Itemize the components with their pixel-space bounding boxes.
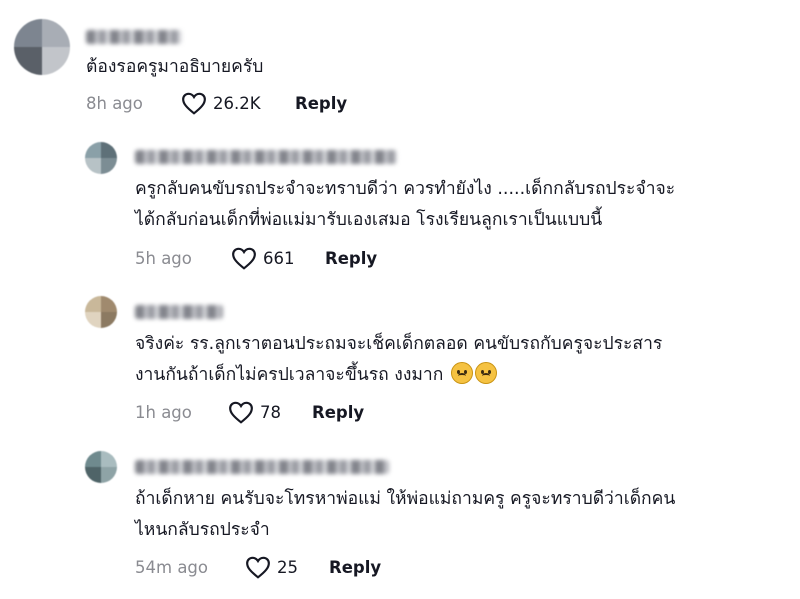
- heart-icon: [232, 247, 256, 270]
- like-count: 26.2K: [213, 93, 261, 113]
- like-count: 78: [260, 402, 281, 422]
- comment-text-line: ได้กลับก่อนเด็กที่พ่อแม่มารับเองเสมอ โรง…: [135, 210, 603, 230]
- timestamp: 54m ago: [135, 557, 208, 577]
- like-button[interactable]: 661: [231, 246, 325, 270]
- comment-text-line: ไหนกลับรถประจำ: [135, 520, 270, 540]
- like-count: 661: [263, 248, 295, 268]
- avatar-pixel: [85, 467, 101, 483]
- username-blurred[interactable]: [86, 30, 182, 44]
- comment-text-line: ถ้าเด็กหาย คนรับจะโทรหาพ่อแม่ ให้พ่อแม่ถ…: [135, 489, 676, 509]
- avatar-pixel: [85, 158, 101, 174]
- comment-text-line-2: งานกันถ้าเด็กไม่ครปเวลาจะขึ้นรถ งงมาก: [135, 360, 662, 391]
- like-count: 25: [277, 557, 298, 577]
- reply-button[interactable]: Reply: [325, 249, 377, 268]
- avatar-pixel: [85, 451, 101, 467]
- avatar-pixel: [101, 158, 117, 174]
- heart-icon: [182, 92, 206, 115]
- avatar-pixel: [85, 312, 101, 328]
- like-button[interactable]: 25: [245, 555, 329, 579]
- comment-text-line: จริงค่ะ รร.ลูกเราตอนประถมจะเช็คเด็กตลอด …: [135, 334, 663, 354]
- heart-icon: [246, 556, 270, 579]
- comment-text: ถ้าเด็กหาย คนรับจะโทรหาพ่อแม่ ให้พ่อแม่ถ…: [135, 484, 675, 546]
- comment-text: ครูกลับคนขับรถประจำจะทราบดีว่า ควรทำยังไ…: [135, 174, 675, 236]
- comment-text-line: งานกันถ้าเด็กไม่ครปเวลาจะขึ้นรถ งงมาก: [135, 365, 444, 385]
- avatar-pixel: [42, 19, 70, 47]
- avatar-pixel: [101, 296, 117, 312]
- comment-meta: 54m ago 25 Reply: [135, 555, 381, 579]
- timestamp: 1h ago: [135, 402, 192, 422]
- username-blurred[interactable]: [135, 150, 397, 164]
- avatar-pixel: [14, 47, 42, 75]
- comment-text: ต้องรอครูมาอธิบายครับ: [86, 52, 263, 83]
- avatar-pixel: [85, 296, 101, 312]
- avatar-pixel: [101, 451, 117, 467]
- comment-meta: 8h ago 26.2K Reply: [86, 91, 347, 115]
- comment-meta: 1h ago 78 Reply: [135, 400, 364, 424]
- avatar[interactable]: [14, 19, 70, 75]
- reply-button[interactable]: Reply: [329, 558, 381, 577]
- avatar[interactable]: [85, 142, 117, 174]
- reply-button[interactable]: Reply: [312, 403, 364, 422]
- like-button[interactable]: 26.2K: [181, 91, 295, 115]
- avatar-pixel: [42, 47, 70, 75]
- timestamp: 8h ago: [86, 93, 143, 113]
- avatar[interactable]: [85, 451, 117, 483]
- comment-text-line: ต้องรอครูมาอธิบายครับ: [86, 57, 264, 77]
- sad-face-emoji: [474, 362, 497, 384]
- heart-icon: [229, 401, 253, 424]
- avatar-pixel: [101, 312, 117, 328]
- comment-text-line: ครูกลับคนขับรถประจำจะทราบดีว่า ควรทำยังไ…: [135, 179, 676, 199]
- username-blurred[interactable]: [135, 460, 389, 474]
- avatar-pixel: [101, 142, 117, 158]
- avatar-pixel: [101, 467, 117, 483]
- reply-button[interactable]: Reply: [295, 94, 347, 113]
- comment-text: จริงค่ะ รร.ลูกเราตอนประถมจะเช็คเด็กตลอด …: [135, 329, 662, 391]
- avatar-pixel: [85, 142, 101, 158]
- like-button[interactable]: 78: [228, 400, 312, 424]
- timestamp: 5h ago: [135, 248, 192, 268]
- avatar-pixel: [14, 19, 42, 47]
- username-blurred[interactable]: [135, 305, 223, 319]
- sad-face-emoji: [450, 362, 473, 384]
- avatar[interactable]: [85, 296, 117, 328]
- comment-meta: 5h ago 661 Reply: [135, 246, 377, 270]
